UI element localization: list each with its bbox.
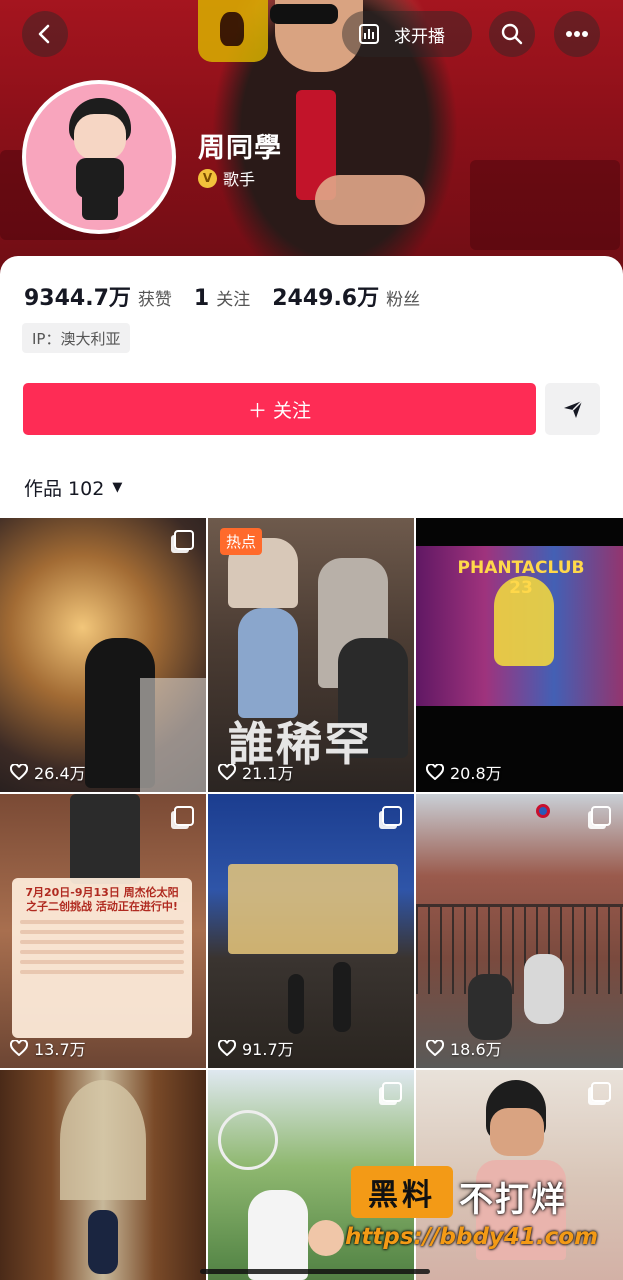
video-thumbnail[interactable]: 7月20日-9月13日 周杰伦太阳之子二创挑战 活动正在进行中! 13.7万 [0,794,206,1068]
heart-icon [218,764,236,780]
avatar-head [74,114,126,160]
more-dots-icon [566,31,588,37]
multi-image-icon [382,1082,402,1102]
notice-line [20,930,184,934]
no-parking-sign [536,804,550,818]
video-likes: 21.1万 [218,760,294,784]
heart-icon [426,1040,444,1056]
notice-line [20,920,184,924]
following-count[interactable]: 1 [194,286,209,311]
followers-label[interactable]: 粉丝 [386,285,420,310]
profile-stats: 9344.7万 获赞 1 关注 2449.6万 粉丝 [24,280,442,312]
person-silhouette [308,1220,344,1256]
video-likes: 26.4万 [10,760,86,784]
video-thumbnail[interactable]: 热点 誰稀罕 21.1万 [208,518,414,792]
notice-title: 7月20日-9月13日 周杰伦太阳之子二创挑战 活动正在进行中! [25,886,179,913]
avatar[interactable] [22,80,176,234]
notice-line [20,970,184,974]
request-stream-button[interactable]: 求开播 [342,11,472,57]
followers-count[interactable]: 2449.6万 [272,280,379,312]
video-thumbnail[interactable]: PHANTACLUB 23 20.8万 [416,518,623,792]
verified-info[interactable]: V 歌手 [198,166,255,190]
iron-fence [416,904,623,994]
likes-label: 获赞 [137,290,172,310]
chevron-left-icon [38,24,50,44]
site-watermark: 黑料 不打烊 https://bbdy41.com [345,1166,615,1262]
video-thumbnail[interactable]: 18.6万 [416,794,623,1068]
works-label: 作品 102 [24,478,105,500]
cover-seat [470,160,620,250]
video-thumbnail[interactable] [0,1070,206,1280]
video-thumbnail[interactable]: 91.7万 [208,794,414,1068]
likes-count: 26.4万 [34,764,86,783]
likes-count: 9344.7万 [24,286,131,311]
heart-icon [426,764,444,780]
multi-image-icon [591,1082,611,1102]
palace-building [228,864,398,954]
bar-chart-icon [359,24,379,44]
profile-panel: 9344.7万 获赞 1 关注 2449.6万 粉丝 IP：澳大利亚 ＋ 关注 … [0,256,623,1280]
multi-image-icon [174,806,194,826]
multi-image-icon [591,806,611,826]
profile-name: 周同學 [198,133,282,164]
search-icon [501,23,523,45]
person-face [490,1108,544,1156]
video-likes: 13.7万 [10,1036,86,1060]
event-notice-card: 7月20日-9月13日 周杰伦太阳之子二创挑战 活动正在进行中! [12,878,192,1038]
suit-figure [70,794,140,884]
likes-count: 20.8万 [450,764,502,783]
likes-count: 18.6万 [450,1040,502,1059]
heart-icon [10,1040,28,1056]
multi-image-icon [382,806,402,826]
video-likes: 18.6万 [426,1036,502,1060]
person-sitting [524,954,564,1024]
request-stream-label: 求开播 [394,26,445,47]
likes-count: 21.1万 [242,764,294,783]
works-tab[interactable]: 作品 102 ▼ [24,474,122,501]
likes-count: 13.7万 [34,1040,86,1059]
person-silhouette [288,974,304,1034]
verified-badge-icon: V [198,168,217,188]
tennis-racket [218,1110,278,1170]
cover-sunglasses [270,4,338,24]
person-silhouette [248,1190,308,1280]
video-likes: 20.8万 [426,760,502,784]
verified-title: 歌手 [223,170,256,189]
library-arch [60,1080,146,1200]
likes-count: 91.7万 [242,1040,294,1059]
cover-hands [315,175,425,225]
follow-button[interactable]: ＋ 关注 [23,383,536,435]
avatar-image [26,84,172,230]
caret-down-icon: ▼ [112,480,123,495]
person-silhouette [333,962,351,1032]
cover-ferrari-logo [198,0,268,62]
notice-line [20,950,184,954]
back-button[interactable] [22,11,68,57]
home-indicator[interactable] [200,1269,430,1274]
paper-plane-icon [563,400,583,418]
video-overlay-title: PHANTACLUB 23 [457,558,585,598]
avatar-legs [82,196,118,220]
search-button[interactable] [489,11,535,57]
ip-location-tag: IP：澳大利亚 [22,323,131,353]
following-label[interactable]: 关注 [216,285,250,310]
band-member [238,608,298,718]
multi-image-icon [174,530,194,550]
hot-tag: 热点 [220,528,263,555]
avatar-body [76,158,124,198]
railing [140,678,206,792]
more-button[interactable] [554,11,600,57]
watermark-badge: 黑料 [351,1166,453,1218]
person-silhouette [88,1210,118,1274]
heart-icon [218,1040,236,1056]
person-sitting [468,974,512,1040]
heart-icon [10,764,28,780]
video-likes: 91.7万 [218,1036,294,1060]
notice-line [20,940,184,944]
watermark-url: https://bbdy41.com [345,1224,599,1250]
video-thumbnail[interactable]: 26.4万 [0,518,206,792]
notice-line [20,960,184,964]
share-button[interactable] [545,383,600,435]
watermark-slogan: 不打烊 [459,1180,567,1220]
